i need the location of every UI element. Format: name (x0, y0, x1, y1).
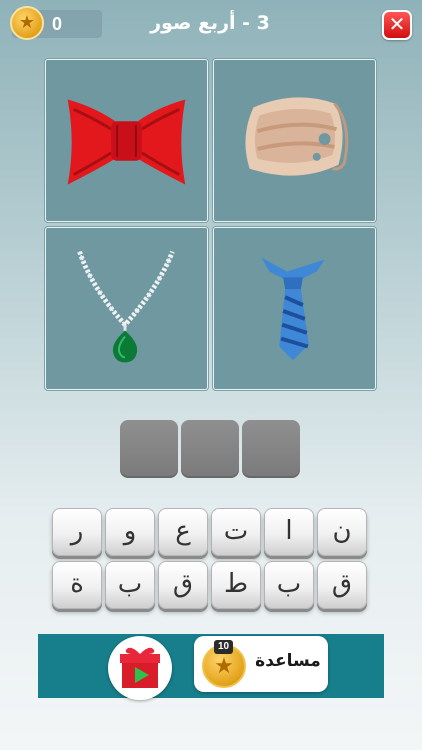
help-cost-badge: 10 (214, 640, 234, 654)
picture-necklace[interactable] (45, 227, 208, 390)
letter-key[interactable]: ر (52, 508, 102, 556)
coin-icon: ★ (10, 6, 44, 40)
gift-icon (120, 647, 160, 688)
help-label: مساعدة (255, 651, 321, 671)
coin-counter: ★ 0 (10, 6, 102, 40)
letter-key[interactable]: ة (52, 561, 102, 609)
coin-count: 0 (52, 14, 63, 34)
necktie-icon (261, 257, 325, 361)
gift-video-button[interactable] (108, 636, 172, 700)
letter-key[interactable]: و (105, 508, 155, 556)
letter-key[interactable]: ن (317, 508, 367, 556)
top-bar: ★ 0 3 - أربع صور ✕ (0, 0, 422, 48)
letter-keyboard: ن ا ت ع و ر ق ب ط ق ب ة (52, 508, 368, 613)
picture-bow-tie[interactable] (45, 59, 208, 222)
answer-slot[interactable] (242, 420, 300, 478)
picture-neck-brace[interactable] (213, 59, 376, 222)
letter-key[interactable]: ق (317, 561, 367, 609)
bow-tie-icon (67, 99, 186, 185)
letter-key[interactable]: ق (158, 561, 208, 609)
level-title: 3 - أربع صور (150, 12, 270, 34)
picture-grid (45, 59, 377, 390)
letter-key[interactable]: ط (211, 561, 261, 609)
letter-key[interactable]: ب (264, 561, 314, 609)
letter-key[interactable]: ا (264, 508, 314, 556)
close-button[interactable]: ✕ (382, 10, 412, 40)
answer-slot[interactable] (120, 420, 178, 478)
neck-brace-icon (245, 97, 349, 176)
letter-key[interactable]: ت (211, 508, 261, 556)
necklace-icon (77, 250, 175, 363)
answer-slot[interactable] (181, 420, 239, 478)
help-button[interactable]: ★ 10 مساعدة (194, 636, 328, 692)
letter-key[interactable]: ع (158, 508, 208, 556)
picture-necktie[interactable] (213, 227, 376, 390)
answer-slots (120, 420, 302, 480)
letter-key[interactable]: ب (105, 561, 155, 609)
